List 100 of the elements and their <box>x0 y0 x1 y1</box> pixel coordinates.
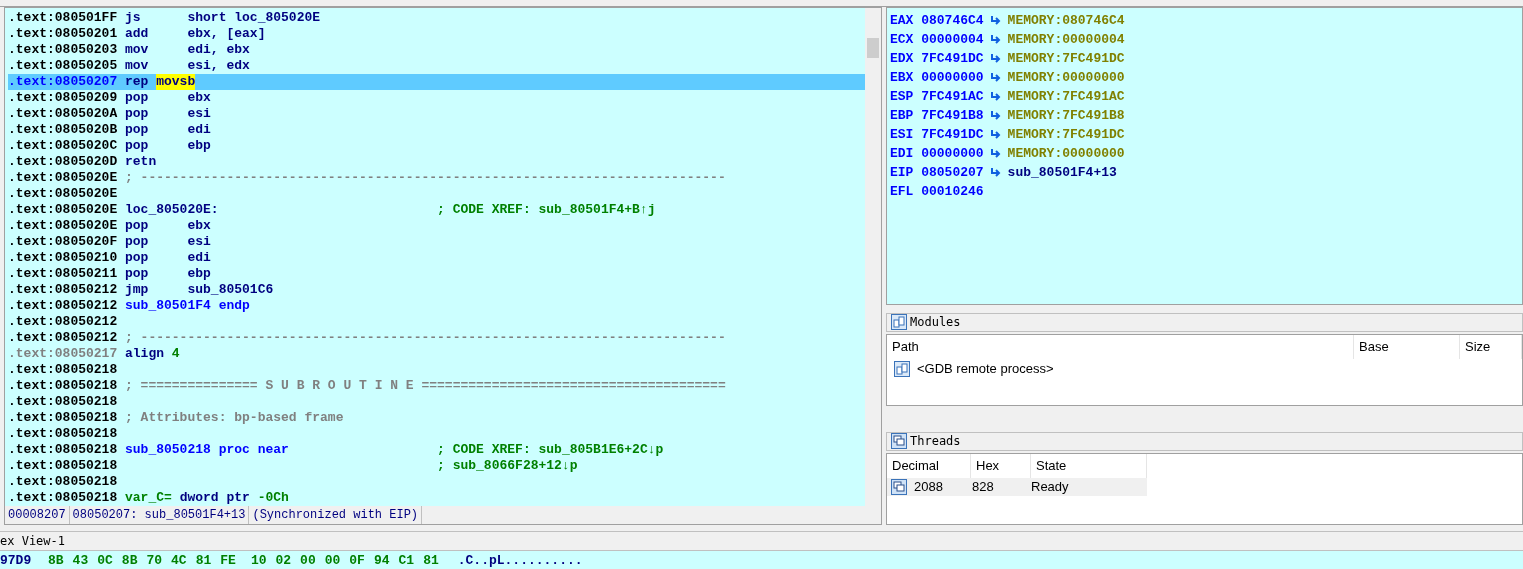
code-line[interactable]: .text:0805020C pop ebp <box>8 138 865 154</box>
memory-reference: MEMORY:080746C4 <box>1007 12 1125 30</box>
operand: align <box>125 346 165 362</box>
hex-byte: C1 <box>398 553 415 569</box>
operand: ebx <box>187 90 211 106</box>
register-value[interactable]: 7FC491B8 <box>921 106 984 125</box>
function-name: sub_80501F4 endp <box>125 298 250 314</box>
memory-reference: MEMORY:7FC491AC <box>1007 88 1125 106</box>
address: .text:0805020E <box>8 202 119 218</box>
code-line[interactable]: .text:08050201 add ebx, [eax] <box>8 26 865 42</box>
modules-icon <box>891 314 907 331</box>
code-line[interactable]: .text:0805020A pop esi <box>8 106 865 122</box>
address: .text:080501FF <box>8 10 119 26</box>
code-line[interactable]: .text:0805020E ; --------------------------------------------------------------------------- <box>8 170 865 186</box>
panel-title: Modules <box>910 314 961 332</box>
mnemonic: pop <box>125 250 150 266</box>
code-line[interactable]: .text:08050218 var_C= dword ptr -0Ch <box>8 490 865 506</box>
hex-byte: 02 <box>275 553 292 569</box>
column-header[interactable]: Hex <box>971 454 1031 478</box>
code-reference: sub_80501F4+13 <box>1007 164 1117 182</box>
arrow-icon <box>989 129 1002 140</box>
register-value[interactable]: 00000004 <box>921 30 984 49</box>
register-value[interactable]: 00000000 <box>921 68 984 87</box>
code-line[interactable]: .text:08050218 <box>8 474 865 490</box>
mnemonic: pop <box>125 90 150 106</box>
operand: edi <box>187 122 211 138</box>
operand: edi <box>187 250 211 266</box>
operand: ebp <box>187 266 211 282</box>
code-line[interactable]: .text:08050210 pop edi <box>8 250 865 266</box>
module-path[interactable]: <GDB remote process> <box>917 359 1054 379</box>
operand: retn <box>125 154 157 170</box>
register-value[interactable]: 7FC491DC <box>921 49 984 68</box>
code-line[interactable]: .text:08050218 <box>8 362 865 378</box>
code-line[interactable]: .text:08050212 ; --------------------------------------------------------------------------- <box>8 330 865 346</box>
code-line[interactable]: .text:0805020E pop ebx <box>8 218 865 234</box>
operand: sub_80501C6 <box>187 282 274 298</box>
code-line[interactable]: .text:08050218 ; Attributes: bp-based frame <box>8 410 865 426</box>
register-value[interactable]: 7FC491DC <box>921 125 984 144</box>
register-value[interactable]: 00010246 <box>921 182 984 201</box>
operand: ebx, [eax] <box>187 26 266 42</box>
mnemonic: pop <box>125 106 150 122</box>
code-line[interactable]: .text:08050209 pop ebx <box>8 90 865 106</box>
arrow-icon <box>989 34 1002 45</box>
function-name: sub_8050218 proc near <box>125 442 289 458</box>
register-name: EFL <box>890 183 915 201</box>
address: .text:08050218 <box>8 394 119 410</box>
register-name: ESI <box>890 126 915 144</box>
operand: esi <box>187 106 211 122</box>
scrollbar[interactable] <box>865 8 881 507</box>
operand: edi, ebx <box>187 42 250 58</box>
mnemonic: pop <box>125 218 150 234</box>
thread-row[interactable]: 2088 828 Ready <box>887 478 1147 496</box>
column-header[interactable]: Size <box>1460 335 1522 359</box>
column-header[interactable]: Base <box>1354 335 1460 359</box>
hex-byte: 70 <box>146 553 163 569</box>
code-line[interactable]: .text:08050212 sub_80501F4 endp <box>8 298 865 314</box>
code-line[interactable]: .text:0805020B pop edi <box>8 122 865 138</box>
code-line[interactable]: .text:08050212 jmp sub_80501C6 <box>8 282 865 298</box>
register-value[interactable]: 08050207 <box>921 163 984 182</box>
code-line[interactable]: .text:08050212 <box>8 314 865 330</box>
register-name: ECX <box>890 31 915 49</box>
code-line[interactable]: .text:0805020D retn <box>8 154 865 170</box>
hex-address: 97D9 <box>0 553 33 569</box>
address: .text:0805020F <box>8 234 119 250</box>
code-line[interactable]: .text:080501FF js short loc_805020E <box>8 10 865 26</box>
mnemonic: add <box>125 26 150 42</box>
register-value[interactable]: 7FC491AC <box>921 87 984 106</box>
address: .text:0805020D <box>8 154 119 170</box>
column-header[interactable]: Decimal <box>887 454 971 478</box>
address: .text:0805020E <box>8 186 119 202</box>
column-header[interactable]: Path <box>887 335 1354 359</box>
code-line[interactable]: .text:08050218 ; sub_8066F28+12↓p <box>8 458 865 474</box>
hex-byte: 8B <box>48 553 64 569</box>
code-line[interactable]: .text:08050218 <box>8 394 865 410</box>
arrow-icon <box>989 148 1002 159</box>
hex-byte: 4C <box>171 553 187 569</box>
register-value[interactable]: 00000000 <box>921 144 984 163</box>
code-line[interactable]: .text:0805020E <box>8 186 865 202</box>
code-line[interactable]: .text:08050211 pop ebp <box>8 266 865 282</box>
address: .text:08050201 <box>8 26 119 42</box>
column-header[interactable]: State <box>1031 454 1147 478</box>
code-line[interactable]: .text:08050203 mov edi, ebx <box>8 42 865 58</box>
register-value[interactable]: 080746C4 <box>921 11 984 30</box>
code-line[interactable]: .text:08050218 sub_8050218 proc near ; CODE XREF: sub_805B1E6+2C↓p <box>8 442 865 458</box>
code-line[interactable]: .text:08050205 mov esi, edx <box>8 58 865 74</box>
operand: rep <box>125 74 149 90</box>
code-line[interactable]: .text:08050217 align 4 <box>8 346 865 362</box>
code-line[interactable]: .text:08050218 ; =============== S U B R O U T I N E ======================================= <box>8 378 865 394</box>
code-line[interactable]: .text:08050218 <box>8 426 865 442</box>
code-line[interactable]: .text:0805020F pop esi <box>8 234 865 250</box>
address: .text:0805020A <box>8 106 119 122</box>
code-line[interactable]: .text:0805020E loc_805020E: ; CODE XREF: sub_80501F4+B↑j <box>8 202 865 218</box>
memory-reference: MEMORY:00000000 <box>1007 145 1125 163</box>
arrow-icon <box>989 167 1002 178</box>
address: .text:08050211 <box>8 266 119 282</box>
address: .text:08050207 <box>8 74 119 90</box>
operand: short loc_805020E <box>187 10 321 26</box>
address: .text:0805020E <box>8 170 119 186</box>
address: .text:0805020E <box>8 218 119 234</box>
memory-reference: MEMORY:00000000 <box>1007 69 1125 87</box>
